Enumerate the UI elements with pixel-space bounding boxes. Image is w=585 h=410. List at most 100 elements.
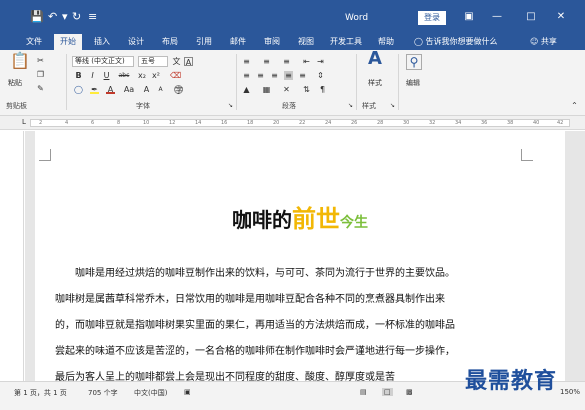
share-button[interactable]: ☺ 共享 [530,34,557,50]
char-border-icon[interactable]: A [184,57,193,67]
distributed-icon[interactable]: ≡ [298,71,307,80]
enclose-char-button[interactable]: 字 [174,85,183,95]
save-icon[interactable]: 💾 [30,11,44,23]
tab-home[interactable]: 开始 [54,34,82,50]
ribbon-tabs: 文件 开始 插入 设计 布局 引用 邮件 审阅 视图 开发工具 帮助 ◯ 告诉我… [0,34,585,50]
justify-icon[interactable]: ≡ [284,71,293,80]
show-marks-icon[interactable]: ¶ [318,85,327,94]
text-effect-icon[interactable]: ◯ [74,85,83,94]
ribbon-separator [398,54,399,110]
document-page[interactable]: 咖啡的前世今生 咖啡是用经过烘焙的咖啡豆制作出来的饮料，与可可、茶同为流行于世界… [35,131,565,383]
borders-icon[interactable]: ▦ [262,85,271,94]
page-count[interactable]: 第 1 页，共 1 页 [14,388,67,398]
chinese-layout-icon[interactable]: ✕ [282,85,291,94]
paste-button[interactable]: 粘贴 [8,78,22,88]
line-spacing-icon[interactable]: ⇕ [316,71,325,80]
collapse-ribbon-icon[interactable]: ⌃ [570,101,579,110]
document-area: 咖啡的前世今生 咖啡是用经过烘焙的咖啡豆制作出来的饮料，与可可、茶同为流行于世界… [25,131,585,383]
font-size-combo[interactable]: 五号 [138,56,168,67]
macro-icon[interactable]: ▣ [184,388,191,396]
editing-button[interactable]: 编辑 [406,78,420,88]
redo-icon[interactable]: ↻ [72,11,81,23]
title-part-1: 咖啡的 [232,208,292,232]
customize-icon[interactable]: ≡ [88,11,97,23]
wen-icon[interactable]: 文 [172,57,181,66]
font-group-label: 字体 [136,102,150,110]
vertical-ruler[interactable] [14,131,24,381]
text-line: 咖啡树是属茜草科常乔木，日常饮用的咖啡是用咖啡豆配合各种不同的烹煮器具制作出来 [55,294,445,305]
undo-icon[interactable]: ↶ [48,11,57,23]
zoom-level[interactable]: 150% [560,388,580,396]
horizontal-ruler: L 2 4 6 8 10 12 14 16 18 20 22 24 26 28 … [0,116,585,130]
tab-review[interactable]: 审阅 [258,34,286,50]
tab-layout[interactable]: 布局 [156,34,184,50]
window-title: Word [345,13,369,23]
paste-icon[interactable]: 📋 [10,53,30,69]
paragraph-dialog-launcher-icon[interactable]: ↘ [346,101,355,110]
ribbon: 📋 粘贴 ✂ ❐ ✎ 剪贴板 等线 (中文正文) 五号 文 A B I U ab… [0,50,585,116]
styles-button[interactable]: 样式 [368,78,382,88]
bold-button[interactable]: B [74,71,83,80]
tab-insert[interactable]: 插入 [88,34,116,50]
multilevel-list-icon[interactable]: ≡ [282,57,291,66]
language-indicator[interactable]: 中文(中国) [134,388,167,398]
word-count[interactable]: 705 个字 [88,388,118,398]
italic-button[interactable]: I [88,71,97,80]
clear-format-icon[interactable]: ⌫ [170,71,181,80]
font-color-button[interactable]: A [106,85,115,94]
tab-mailings[interactable]: 邮件 [224,34,252,50]
font-dialog-launcher-icon[interactable]: ↘ [226,101,235,110]
ribbon-display-icon[interactable]: ▣ [458,9,480,25]
align-right-icon[interactable]: ≡ [270,71,279,80]
styles-group-label: 样式 [362,102,376,110]
body-paragraph: 咖啡是用经过烘焙的咖啡豆制作出来的饮料，与可可、茶同为流行于世界的主要饮品。 咖… [55,261,535,391]
login-button[interactable]: 登录 [418,11,446,25]
undo-dropdown-icon[interactable]: ▾ [62,11,68,23]
decrease-indent-icon[interactable]: ⇤ [302,57,311,66]
copy-icon[interactable]: ❐ [36,70,45,79]
lightbulb-icon: ◯ [414,37,426,46]
text-line: 咖啡是用经过烘焙的咖啡豆制作出来的饮料，与可可、茶同为流行于世界的主要饮品。 [75,268,455,279]
watermark: 最需教育 [465,368,558,394]
numbering-icon[interactable]: ≡ [262,57,271,66]
maximize-icon[interactable]: □ [520,9,542,25]
subscript-button[interactable]: x₂ [136,71,148,80]
styles-icon[interactable]: A [368,50,382,68]
minimize-icon[interactable]: — [486,9,508,25]
title-part-2: 前世 [292,204,340,233]
tab-design[interactable]: 设计 [122,34,150,50]
highlight-icon[interactable]: ✒ [90,85,99,94]
read-mode-icon[interactable]: ▤ [360,388,367,396]
align-left-icon[interactable]: ≡ [242,71,251,80]
find-icon[interactable]: ⚲ [406,54,422,70]
change-case-button[interactable]: Aa [122,85,136,94]
bullets-icon[interactable]: ≡ [242,57,251,66]
tab-view[interactable]: 视图 [292,34,320,50]
tab-developer[interactable]: 开发工具 [326,34,366,50]
styles-dialog-launcher-icon[interactable]: ↘ [388,101,397,110]
tab-references[interactable]: 引用 [190,34,218,50]
title-part-3: 今生 [340,215,368,231]
align-center-icon[interactable]: ≡ [256,71,265,80]
underline-button[interactable]: U [102,71,111,80]
sort-icon[interactable]: ⇅ [302,85,311,94]
tab-file[interactable]: 文件 [20,34,48,50]
cut-icon[interactable]: ✂ [36,56,45,65]
font-name-combo[interactable]: 等线 (中文正文) [72,56,134,67]
print-layout-icon[interactable]: □ [382,388,393,396]
margin-corner [39,149,51,161]
grow-font-button[interactable]: A [142,85,151,94]
document-title: 咖啡的前世今生 [35,199,565,234]
tell-me-box[interactable]: ◯ 告诉我你想要做什么 [414,34,498,50]
ruler-scale[interactable]: 2 4 6 8 10 12 14 16 18 20 22 24 26 28 30… [30,119,570,127]
strikethrough-button[interactable]: abc [116,71,132,80]
ribbon-separator [356,54,357,110]
increase-indent-icon[interactable]: ⇥ [316,57,325,66]
superscript-button[interactable]: x² [150,71,162,80]
tab-selector[interactable]: L [22,118,26,126]
shading-icon[interactable]: ▲ [242,85,251,94]
format-painter-icon[interactable]: ✎ [36,84,45,93]
web-layout-icon[interactable]: ▩ [406,388,413,396]
shrink-font-button[interactable]: A [156,85,165,94]
close-icon[interactable]: ✕ [550,9,572,25]
